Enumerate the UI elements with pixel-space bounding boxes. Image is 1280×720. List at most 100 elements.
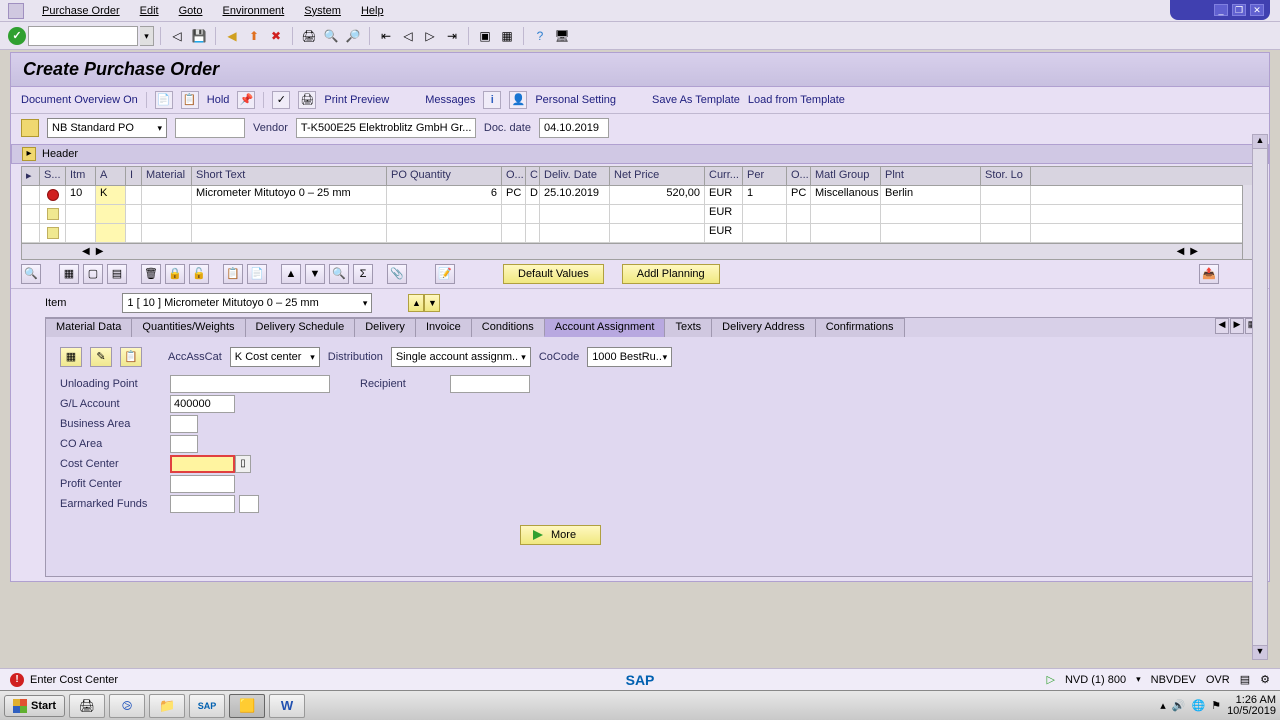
export-icon[interactable]: 📤 (1199, 264, 1219, 284)
park-icon[interactable]: 📌 (237, 91, 255, 109)
command-dropdown[interactable]: ▾ (140, 26, 154, 46)
header-section-toggle[interactable]: ▸ Header (11, 144, 1269, 164)
col-per[interactable]: Per (743, 167, 787, 185)
col-i[interactable]: I (126, 167, 142, 185)
earmarked-funds-field[interactable] (170, 495, 235, 513)
taskbar-sap[interactable]: SAP (189, 694, 225, 718)
back-icon[interactable]: ◀ (222, 26, 242, 46)
tab-invoice[interactable]: Invoice (415, 318, 472, 337)
unloading-point-field[interactable] (170, 375, 330, 393)
tab-scroll-left-icon[interactable]: ◀ (1215, 318, 1229, 334)
help-icon[interactable]: ? (530, 26, 550, 46)
layout-icon[interactable]: ▤ (1240, 673, 1250, 686)
personal-setting-button[interactable]: Personal Setting (535, 94, 616, 106)
next-item-icon[interactable]: ▼ (424, 294, 440, 312)
col-opu[interactable]: O... (787, 167, 811, 185)
load-template-button[interactable]: Load from Template (748, 94, 845, 106)
scroll-down-icon[interactable]: ▼ (1253, 645, 1267, 659)
enter-icon[interactable]: ✓ (8, 27, 26, 45)
tray-volume-icon[interactable]: 🔊 (1172, 699, 1186, 712)
last-page-icon[interactable]: ⇥ (442, 26, 462, 46)
exit-icon[interactable]: ⬆ (244, 26, 264, 46)
personal-setting-icon[interactable]: 👤 (509, 91, 527, 109)
find-next-icon[interactable]: 🔎 (343, 26, 363, 46)
distribution-select[interactable]: Single account assignm..▾ (391, 347, 531, 367)
print-preview-icon[interactable]: 🖨 (298, 91, 316, 109)
tab-confirmations[interactable]: Confirmations (815, 318, 905, 337)
restore-button[interactable]: ❐ (1232, 4, 1246, 16)
col-material[interactable]: Material (142, 167, 192, 185)
scroll-left-icon[interactable]: ◀ (82, 246, 90, 257)
system-info[interactable]: NVD (1) 800 (1065, 674, 1126, 686)
find-icon[interactable]: 🔍 (329, 264, 349, 284)
tab-scroll-right-icon[interactable]: ▶ (1230, 318, 1244, 334)
filter-icon[interactable]: ▤ (107, 264, 127, 284)
tab-delivery-address[interactable]: Delivery Address (711, 318, 816, 337)
tab-texts[interactable]: Texts (664, 318, 712, 337)
detail-icon[interactable]: 🔍 (21, 264, 41, 284)
tray-expand-icon[interactable]: ▴ (1160, 699, 1166, 712)
scroll-right-icon[interactable]: ▶ (96, 246, 104, 257)
info-icon[interactable]: i (483, 91, 501, 109)
close-button[interactable]: ✕ (1250, 4, 1264, 16)
new-session-icon[interactable]: ▣ (475, 26, 495, 46)
tab-material-data[interactable]: Material Data (45, 318, 132, 337)
minimize-button[interactable]: _ (1214, 4, 1228, 16)
tray-network-icon[interactable]: 🌐 (1191, 699, 1205, 712)
menu-system[interactable]: System (294, 3, 351, 19)
delete-icon[interactable]: 🗑 (141, 264, 161, 284)
deselect-icon[interactable]: ▢ (83, 264, 103, 284)
sort-desc-icon[interactable]: ▼ (305, 264, 325, 284)
play-icon[interactable]: ▷ (1046, 673, 1054, 686)
menu-help[interactable]: Help (351, 3, 394, 19)
col-itm[interactable]: Itm (66, 167, 96, 185)
tray-clock[interactable]: 1:26 AM 10/5/2019 (1227, 695, 1276, 717)
menu-purchase-order[interactable]: Purchase Order (32, 3, 130, 19)
cost-center-search-help-icon[interactable]: ▯ (235, 455, 251, 473)
col-a[interactable]: A (96, 167, 126, 185)
gl-account-field[interactable] (170, 395, 235, 413)
prev-item-icon[interactable]: ▲ (408, 294, 424, 312)
menu-goto[interactable]: Goto (169, 3, 213, 19)
start-button[interactable]: Start (4, 695, 65, 717)
col-stor[interactable]: Stor. Lo (981, 167, 1031, 185)
select-all-icon[interactable]: ▦ (59, 264, 79, 284)
vendor-field[interactable] (296, 118, 476, 138)
grid-hscroll[interactable]: ◀ ▶ ◀ ▶ (22, 243, 1258, 259)
create-icon[interactable]: 📄 (155, 91, 173, 109)
hold-button[interactable]: Hold (207, 94, 230, 106)
cost-center-field[interactable] (170, 455, 235, 473)
col-c[interactable]: C (526, 167, 540, 185)
table-row[interactable]: 10 K Micrometer Mitutoyo 0 – 25 mm 6 PC … (22, 186, 1258, 205)
col-qty[interactable]: PO Quantity (387, 167, 502, 185)
taskbar-printer[interactable]: 🖨 (69, 694, 105, 718)
doc-type-icon[interactable] (21, 119, 39, 137)
menu-environment[interactable]: Environment (212, 3, 294, 19)
co-area-field[interactable] (170, 435, 198, 453)
table-row[interactable]: EUR (22, 224, 1258, 243)
cancel-icon[interactable]: ✖ (266, 26, 286, 46)
save-template-button[interactable]: Save As Template (652, 94, 740, 106)
col-matl[interactable]: Matl Group (811, 167, 881, 185)
app-menu-icon[interactable] (8, 3, 24, 19)
doc-type-select[interactable]: NB Standard PO▾ (47, 118, 167, 138)
expand-header-icon[interactable]: ▸ (22, 147, 36, 161)
col-short-text[interactable]: Short Text (192, 167, 387, 185)
recipient-field[interactable] (450, 375, 530, 393)
po-number-field[interactable] (175, 118, 245, 138)
cocode-select[interactable]: 1000 BestRu..▾ (587, 347, 672, 367)
main-vscroll[interactable]: ▲ ▼ (1252, 134, 1268, 660)
sum-icon[interactable]: Σ (353, 264, 373, 284)
settings-icon[interactable]: ⚙ (1260, 673, 1270, 686)
addl-planning-button[interactable]: Addl Planning (622, 264, 720, 284)
col-curr[interactable]: Curr... (705, 167, 743, 185)
aa-edit-icon[interactable]: ✎ (90, 347, 112, 367)
attachments-icon[interactable]: 📎 (387, 264, 407, 284)
command-field[interactable] (28, 26, 138, 46)
col-plnt[interactable]: Plnt (881, 167, 981, 185)
row-selector[interactable] (47, 227, 59, 239)
col-status[interactable]: S... (40, 167, 66, 185)
next-page-icon[interactable]: ▷ (420, 26, 440, 46)
business-area-field[interactable] (170, 415, 198, 433)
other-po-icon[interactable]: 📋 (181, 91, 199, 109)
